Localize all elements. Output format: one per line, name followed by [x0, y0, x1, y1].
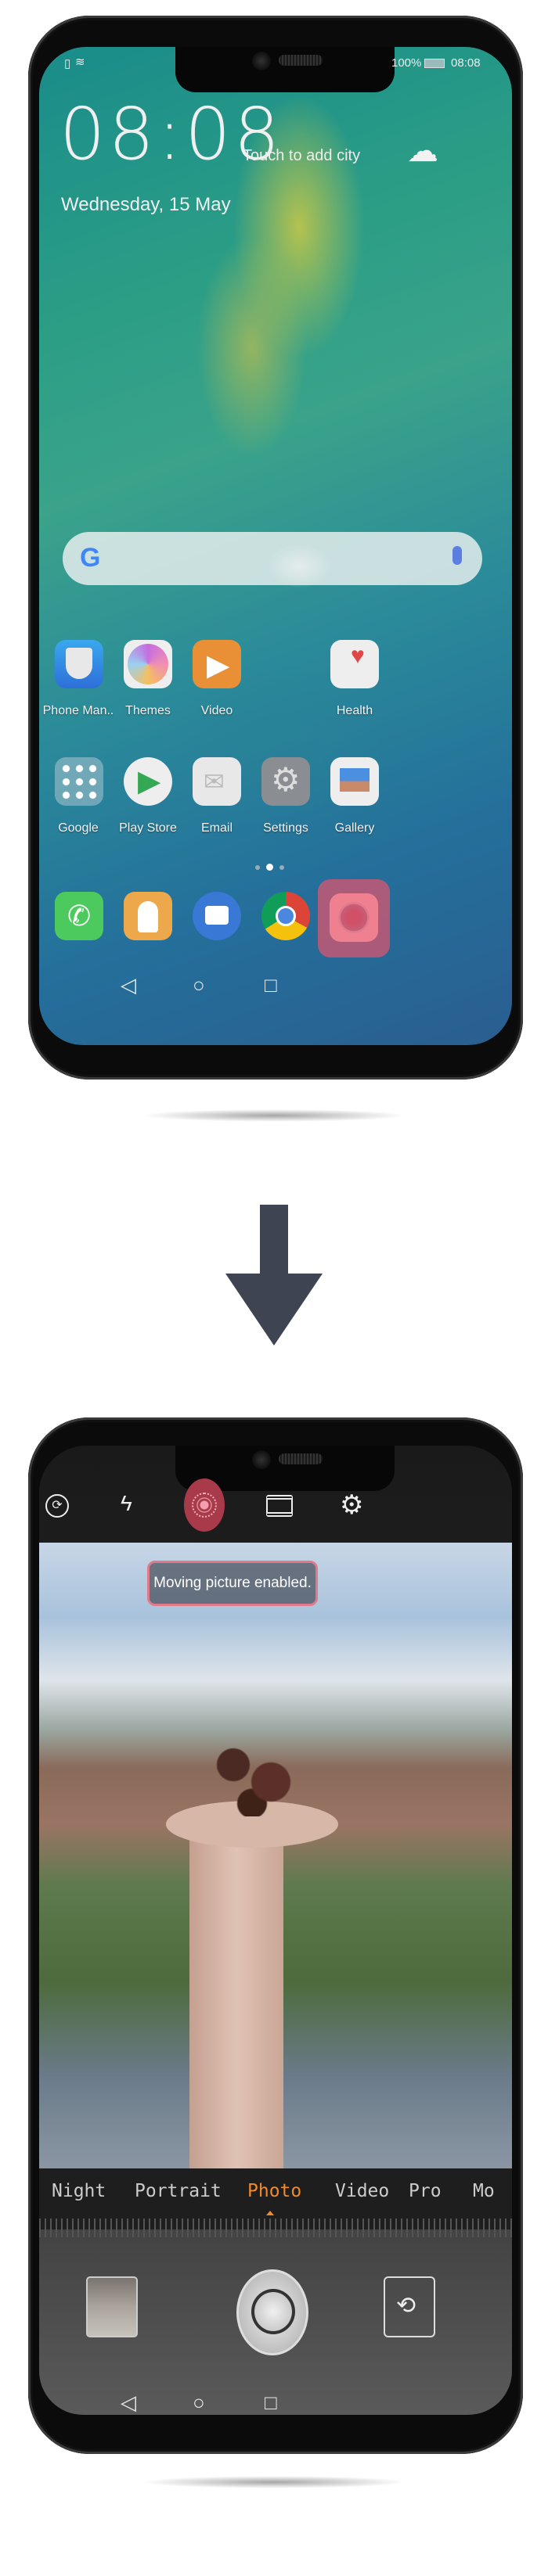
back-button[interactable]: ◁ — [121, 973, 136, 997]
app-play-store[interactable]: ▶ — [124, 757, 172, 806]
camera-screen: ⟳ ϟ ⚙ Moving picture enabled. Night Port… — [39, 1446, 512, 2415]
page-indicator[interactable] — [255, 864, 284, 871]
viewfinder[interactable] — [39, 1543, 512, 2168]
earpiece — [279, 55, 323, 66]
back-button[interactable]: ◁ — [121, 2391, 136, 2415]
shutter-button[interactable] — [236, 2269, 308, 2355]
mode-pro[interactable]: Pro — [409, 2181, 442, 2201]
toast: Moving picture enabled. — [147, 1561, 318, 1606]
shutter-inner-ring — [251, 2289, 295, 2334]
dock-chrome[interactable] — [261, 892, 310, 940]
sim-icon: ▯ — [64, 57, 71, 70]
microphone-icon[interactable] — [452, 546, 462, 565]
gear-icon[interactable]: ⚙ — [340, 1489, 363, 1521]
contacts-icon — [138, 901, 158, 932]
folder-icon — [59, 762, 99, 801]
app-label: Video — [200, 704, 233, 717]
page-dot-active[interactable] — [266, 864, 273, 871]
moving-picture-button[interactable] — [184, 1478, 225, 1532]
paintbrush-icon — [128, 644, 168, 684]
app-gallery[interactable] — [330, 757, 379, 806]
mode-photo[interactable]: Photo — [247, 2181, 301, 2201]
date: Wednesday, 15 May — [61, 194, 231, 215]
search-bar[interactable]: G — [63, 532, 482, 585]
moving-picture-icon — [192, 1493, 217, 1518]
arrow-down-icon — [260, 1205, 288, 1275]
leaves — [205, 1730, 299, 1816]
app-themes[interactable] — [124, 640, 172, 688]
dock-contacts[interactable] — [124, 892, 172, 940]
google-logo: G — [80, 543, 101, 573]
mode-portrait[interactable]: Portrait — [135, 2181, 222, 2201]
page-dot[interactable] — [255, 864, 260, 870]
flash-off-icon[interactable]: ϟ — [121, 1491, 132, 1516]
home-button[interactable]: ○ — [193, 973, 205, 997]
mode-night[interactable]: Night — [52, 2181, 106, 2201]
home-screen: ▯ ≋ 100% 08:08 08:08 Touch to add city ☁… — [39, 47, 512, 1045]
messages-icon — [205, 906, 229, 925]
switch-camera-icon: ⟲ — [396, 2293, 416, 2319]
status-time: 08:08 — [451, 56, 481, 70]
phone-camera: ⟳ ϟ ⚙ Moving picture enabled. Night Port… — [28, 1417, 523, 2454]
dock-messages[interactable] — [193, 892, 241, 940]
gear-icon: ⚙ — [271, 761, 301, 798]
mode-video[interactable]: Video — [335, 2181, 389, 2201]
page-dot[interactable] — [279, 864, 284, 870]
weather-icon[interactable]: ☁ — [407, 133, 438, 169]
dock-phone[interactable]: ✆ — [55, 892, 103, 940]
app-label: Health — [336, 704, 373, 717]
phone-shadow — [141, 1109, 407, 1122]
battery-percent: 100% — [391, 56, 422, 70]
active-mode-indicator — [266, 2211, 274, 2215]
earpiece — [279, 1453, 323, 1464]
dock-camera[interactable] — [330, 893, 378, 942]
arm — [189, 1809, 283, 2168]
zoom-ruler[interactable] — [39, 2219, 512, 2237]
camera-icon — [338, 902, 370, 933]
app-settings[interactable]: ⚙ — [261, 757, 310, 806]
mode-more[interactable]: Mo — [473, 2181, 495, 2201]
app-label: Phone Man.. — [42, 704, 114, 717]
app-label: Themes — [125, 704, 171, 717]
app-label: Play Store — [119, 821, 177, 835]
heart-icon: ♥ — [351, 643, 365, 669]
app-label: Settings — [263, 821, 308, 835]
phone-icon: ✆ — [67, 900, 92, 932]
film-icon[interactable] — [266, 1495, 293, 1517]
aperture-icon[interactable]: ⟳ — [45, 1494, 69, 1518]
app-label: Google — [58, 821, 99, 835]
front-camera — [252, 52, 271, 70]
app-health[interactable]: ♥ — [330, 640, 379, 688]
picture-icon — [340, 768, 370, 792]
battery-icon — [424, 59, 445, 68]
phone-home: ▯ ≋ 100% 08:08 08:08 Touch to add city ☁… — [28, 16, 523, 1080]
chrome-icon — [276, 906, 296, 926]
app-label: Email — [200, 821, 233, 835]
app-email[interactable]: ✉ — [193, 757, 241, 806]
gallery-thumbnail[interactable] — [86, 2276, 138, 2337]
switch-camera-button[interactable]: ⟲ — [384, 2276, 435, 2337]
home-button[interactable]: ○ — [193, 2391, 205, 2415]
wifi-icon: ≋ — [75, 56, 85, 69]
camera-app-highlight[interactable] — [318, 879, 390, 957]
app-label: Gallery — [334, 821, 375, 835]
phone-shadow — [141, 2476, 407, 2488]
arrow-head — [225, 1274, 323, 1345]
app-phone-manager[interactable] — [55, 640, 103, 688]
recents-button[interactable]: □ — [265, 973, 277, 997]
play-store-icon: ▶ — [138, 765, 161, 798]
weather-hint[interactable]: Touch to add city — [243, 147, 360, 165]
shield-icon — [66, 648, 92, 679]
front-camera — [252, 1450, 271, 1469]
envelope-icon: ✉ — [204, 767, 225, 796]
play-icon: ▶ — [207, 649, 230, 682]
app-video[interactable]: ▶ — [193, 640, 241, 688]
recents-button[interactable]: □ — [265, 2391, 277, 2415]
folder-google[interactable] — [55, 757, 103, 806]
